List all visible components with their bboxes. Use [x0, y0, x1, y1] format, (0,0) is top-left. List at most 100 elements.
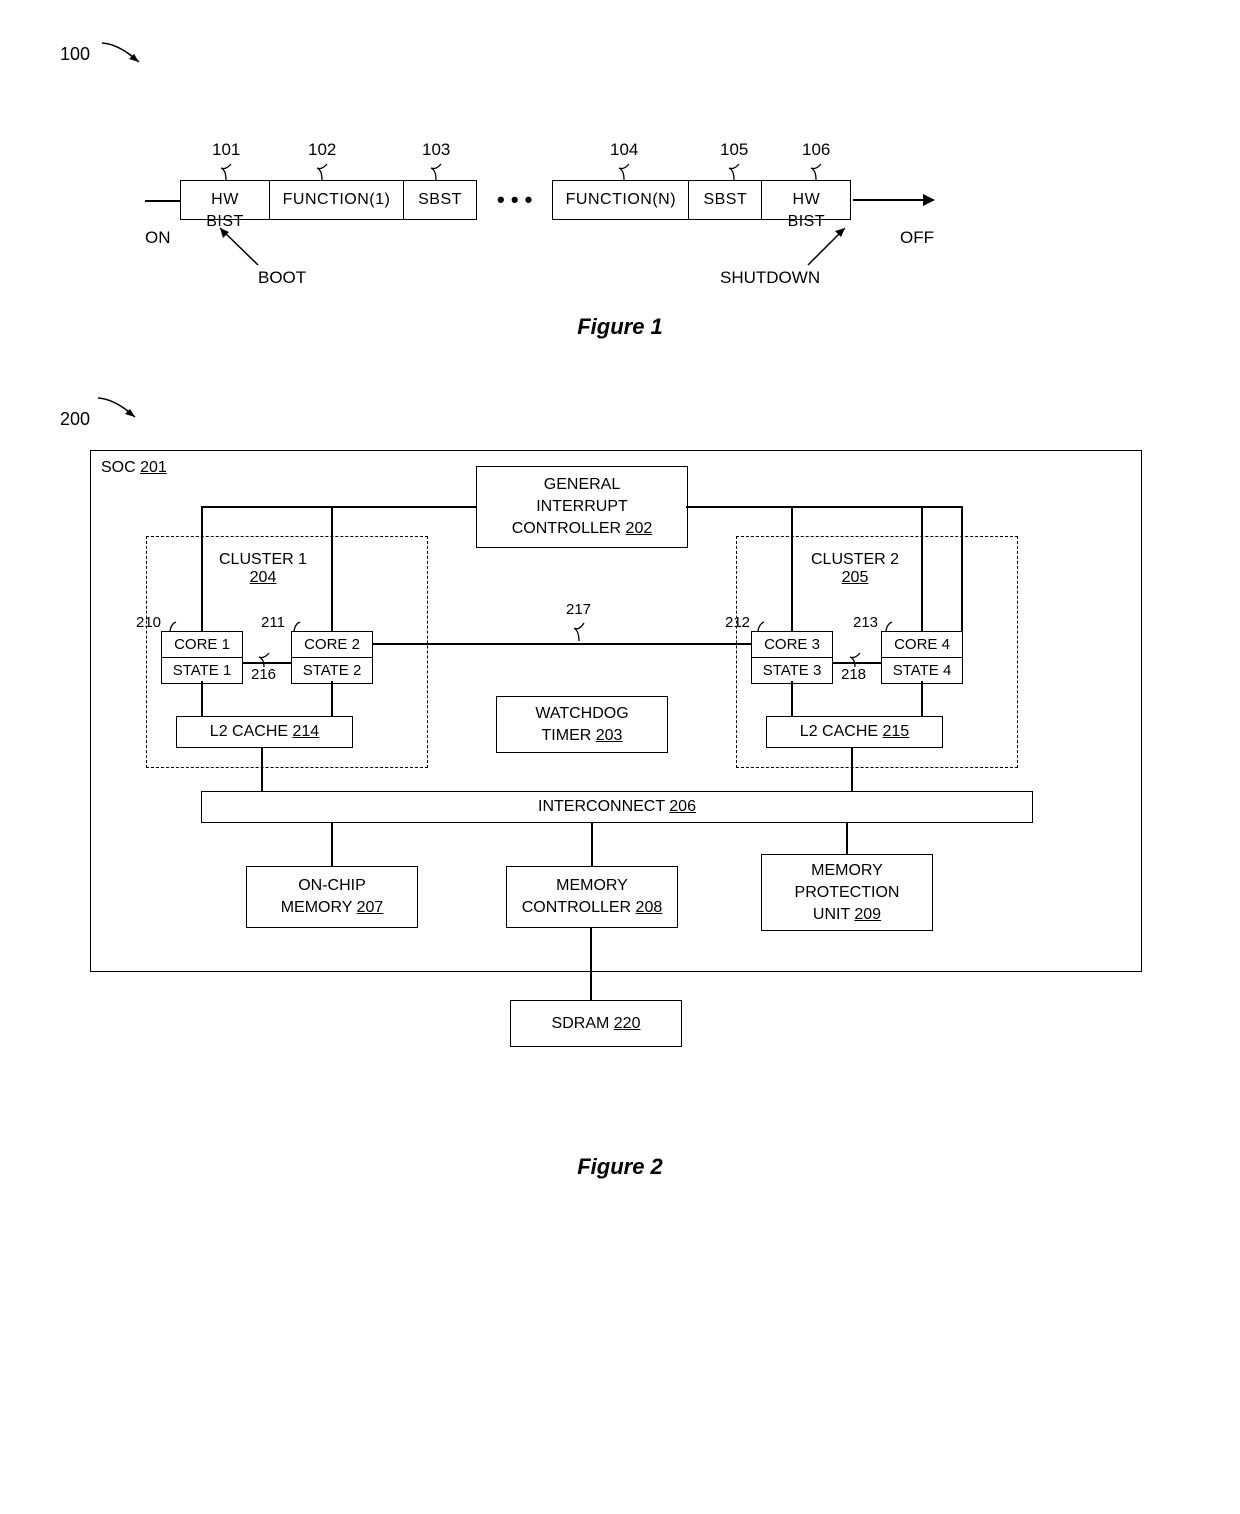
onchip-text: ON-CHIP MEMORY 207: [281, 875, 384, 919]
l2-1-text: L2 CACHE 214: [210, 721, 319, 743]
core-3: CORE 3 STATE 3: [751, 631, 833, 684]
mpu-text: MEMORY PROTECTION UNIT 209: [795, 860, 900, 926]
figure-2-caption: Figure 2: [40, 1154, 1200, 1180]
hook-icon: [163, 618, 177, 632]
line: [261, 748, 263, 791]
core-2-label: CORE 2: [292, 632, 372, 658]
gic-text: GENERAL INTERRUPT CONTROLLER 202: [512, 474, 653, 540]
memory-controller-box: MEMORY CONTROLLER 208: [506, 866, 678, 928]
figure-2: 200 SOC 201 GENERAL INTERRUPT CONTROLLER…: [40, 400, 1200, 1180]
watchdog-text: WATCHDOG TIMER 203: [535, 703, 628, 747]
line: [791, 506, 793, 631]
soc-num: 201: [140, 459, 167, 476]
line: [846, 823, 848, 854]
on-label: ON: [145, 228, 171, 248]
line: [961, 506, 963, 631]
core-4-label: CORE 4: [882, 632, 962, 658]
label-210: 210: [136, 614, 161, 631]
ref-100: 100: [60, 40, 149, 70]
box-105: SBST: [689, 180, 762, 220]
timeline-line: [145, 200, 180, 202]
box-104: FUNCTION(N): [552, 180, 689, 220]
state-2-label: STATE 2: [292, 658, 372, 683]
state-4-label: STATE 4: [882, 658, 962, 683]
box-103: SBST: [404, 180, 477, 220]
timeline: HW BIST FUNCTION(1) SBST • • • FUNCTION(…: [180, 180, 933, 220]
ellipsis: • • •: [477, 187, 552, 213]
line: [201, 506, 203, 631]
hook-icon: [428, 158, 444, 180]
l2-2-text: L2 CACHE 215: [800, 721, 909, 743]
l2-cache-2: L2 CACHE 215: [766, 716, 943, 748]
label-106: 106: [802, 140, 830, 160]
figure-1-caption: Figure 1: [40, 314, 1200, 340]
line: [201, 681, 203, 716]
boot-label: BOOT: [258, 268, 306, 288]
hook-icon: [571, 617, 587, 641]
hook-icon: [287, 618, 301, 632]
ref-100-text: 100: [60, 44, 90, 64]
label-218: 218: [841, 666, 866, 683]
label-102: 102: [308, 140, 336, 160]
ref-arrow-icon: [99, 40, 149, 70]
ref-200-text: 200: [60, 409, 90, 429]
shutdown-label: SHUTDOWN: [720, 268, 820, 288]
core-3-label: CORE 3: [752, 632, 832, 658]
sdram-text: SDRAM 220: [552, 1013, 641, 1035]
hook-icon: [314, 158, 330, 180]
boot-arrow-icon: [210, 220, 275, 272]
sdram-box: SDRAM 220: [510, 1000, 682, 1047]
l2-cache-1: L2 CACHE 214: [176, 716, 353, 748]
soc-label-text: SOC: [101, 459, 140, 476]
hook-icon: [616, 158, 632, 180]
core-4: CORE 4 STATE 4: [881, 631, 963, 684]
line: [591, 823, 593, 866]
watchdog-box: WATCHDOG TIMER 203: [496, 696, 668, 753]
line: [686, 506, 961, 508]
core-1: CORE 1 STATE 1: [161, 631, 243, 684]
label-103: 103: [422, 140, 450, 160]
hook-icon: [726, 158, 742, 180]
shutdown-arrow-icon: [800, 220, 858, 272]
label-211: 211: [261, 614, 285, 631]
line-216: [243, 662, 291, 664]
interconnect-text: INTERCONNECT 206: [538, 796, 696, 818]
line: [921, 506, 923, 631]
ref-arrow-icon: [95, 395, 145, 425]
off-label: OFF: [900, 228, 934, 248]
hook-icon: [847, 647, 863, 667]
line: [791, 681, 793, 716]
hook-icon: [751, 618, 765, 632]
state-3-label: STATE 3: [752, 658, 832, 683]
box-106: HW BIST: [762, 180, 851, 220]
line: [590, 927, 592, 1000]
line-217: [373, 643, 751, 645]
soc-box: SOC 201 GENERAL INTERRUPT CONTROLLER 202…: [90, 450, 1142, 972]
arrow-right-icon: [853, 199, 933, 201]
cluster-1-label: CLUSTER 1204: [219, 551, 307, 587]
mpu-box: MEMORY PROTECTION UNIT 209: [761, 854, 933, 931]
line: [331, 681, 333, 716]
label-105: 105: [720, 140, 748, 160]
line: [851, 748, 853, 791]
core-1-label: CORE 1: [162, 632, 242, 658]
box-101: HW BIST: [180, 180, 270, 220]
label-213: 213: [853, 614, 878, 631]
gic-box: GENERAL INTERRUPT CONTROLLER 202: [476, 466, 688, 548]
box-102: FUNCTION(1): [270, 180, 404, 220]
line: [331, 823, 333, 866]
line-218: [833, 662, 881, 664]
onchip-memory-box: ON-CHIP MEMORY 207: [246, 866, 418, 928]
core-2: CORE 2 STATE 2: [291, 631, 373, 684]
hook-icon: [256, 647, 272, 667]
line: [201, 506, 476, 508]
memctrl-text: MEMORY CONTROLLER 208: [522, 875, 663, 919]
label-212: 212: [725, 614, 750, 631]
soc-label: SOC 201: [101, 459, 167, 477]
hook-icon: [808, 158, 824, 180]
label-101: 101: [212, 140, 240, 160]
ref-200: 200: [60, 395, 145, 430]
label-216: 216: [251, 666, 276, 683]
hook-icon: [218, 158, 234, 180]
interconnect-box: INTERCONNECT 206: [201, 791, 1033, 823]
